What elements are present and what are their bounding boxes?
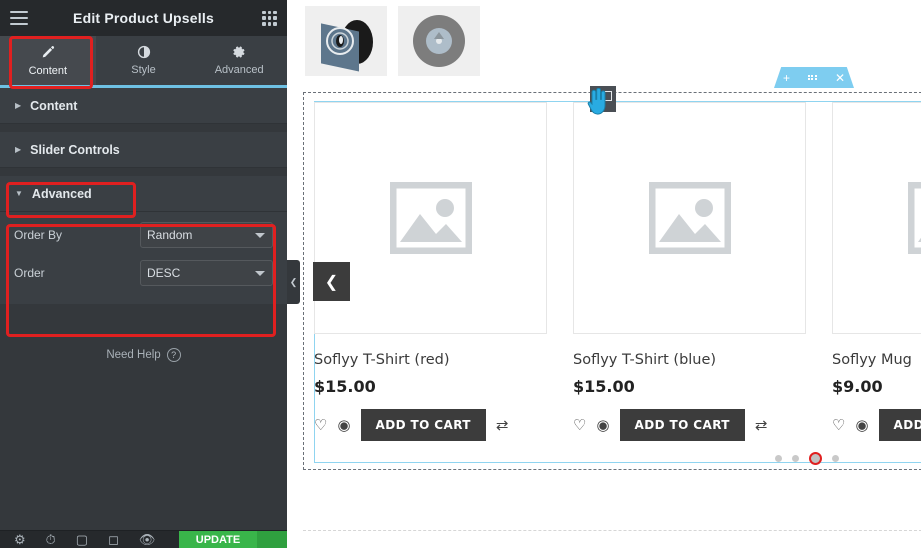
editor-sidebar-panel: Edit Product Upsells Content Style Advan… <box>0 0 287 548</box>
preview-icon[interactable]: ◻ <box>108 533 119 546</box>
product-actions: ♡ ◉ ADD TO CART ⇄ <box>573 409 806 441</box>
chevron-left-icon: ❮ <box>289 276 298 287</box>
panel-footer: ⚙ ⏱ ▢ ◻ 👁 UPDATE <box>0 530 287 548</box>
section-advanced-footer <box>0 304 287 326</box>
responsive-icon[interactable]: ▢ <box>76 533 88 546</box>
pencil-icon <box>40 45 55 60</box>
panel-collapse-handle[interactable]: ❮ <box>287 260 300 304</box>
product-title: Soflyy Mug <box>832 352 912 368</box>
section-advanced-label: Advanced <box>31 186 92 201</box>
tab-advanced[interactable]: Advanced <box>191 36 287 85</box>
section-divider <box>0 168 287 176</box>
eye-icon[interactable]: ◉ <box>855 418 868 433</box>
panel-header: Edit Product Upsells <box>0 0 287 36</box>
eye-icon[interactable]: ◉ <box>337 418 350 433</box>
pagination-dot[interactable] <box>792 455 799 462</box>
history-icon[interactable]: ⏱ <box>46 533 56 546</box>
gear-icon <box>232 45 246 59</box>
tab-style[interactable]: Style <box>96 36 192 85</box>
vinyl-record-album-thumbnail[interactable] <box>305 6 387 76</box>
chevron-down-icon <box>255 233 265 238</box>
tab-content[interactable]: Content <box>0 36 96 85</box>
order-select[interactable]: DESC <box>140 260 273 286</box>
add-to-cart-button[interactable]: ADD TO CART <box>619 409 745 441</box>
update-options-button[interactable] <box>257 531 287 548</box>
drag-square-icon <box>603 91 612 101</box>
product-title: Soflyy T-Shirt (blue) <box>573 352 717 368</box>
section-advanced[interactable]: ▼ Advanced <box>0 176 287 212</box>
grid-apps-icon[interactable] <box>262 10 277 26</box>
heart-icon[interactable]: ♡ <box>314 418 327 433</box>
panel-sections: ▶ Content ▶ Slider Controls ▼ Advanced O… <box>0 88 287 548</box>
pagination-dot[interactable] <box>775 455 782 462</box>
compare-arrows-icon[interactable]: ⇄ <box>496 418 509 433</box>
update-button[interactable]: UPDATE <box>179 531 257 548</box>
control-order-by: Order By Random <box>14 222 273 248</box>
contrast-half-circle-icon <box>137 45 151 59</box>
close-x-icon[interactable]: ✕ <box>835 72 845 84</box>
control-order-by-label: Order By <box>14 228 63 242</box>
element-toolbar[interactable]: + ✕ <box>774 67 854 88</box>
section-slider-controls[interactable]: ▶ Slider Controls <box>0 132 287 168</box>
section-content[interactable]: ▶ Content <box>0 88 287 124</box>
panel-tabs: Content Style Advanced <box>0 36 287 88</box>
widget-drag-handle[interactable] <box>590 86 616 112</box>
product-actions: ♡ ◉ ADD TO CART ⇄ <box>314 409 547 441</box>
product-price: $9.00 <box>832 377 883 396</box>
product-price: $15.00 <box>314 377 376 396</box>
chevron-left-icon: ❮ <box>324 273 339 291</box>
chevron-right-icon: ▶ <box>15 144 22 154</box>
product-image-placeholder <box>832 102 921 334</box>
drag-handle-icon[interactable] <box>807 74 817 81</box>
product-card[interactable]: Soflyy T-Shirt (blue) $15.00 ♡ ◉ ADD TO … <box>573 102 806 441</box>
thumbnail-strip <box>287 0 921 76</box>
vinyl-record-disc-thumbnail[interactable] <box>398 6 480 76</box>
product-title: Soflyy T-Shirt (red) <box>314 352 450 368</box>
eye-icon[interactable]: 👁 <box>139 533 156 546</box>
slider-prev-button[interactable]: ❮ <box>313 262 350 301</box>
product-slider: Soflyy T-Shirt (red) $15.00 ♡ ◉ ADD TO C… <box>314 102 921 441</box>
tab-style-label: Style <box>131 64 156 76</box>
product-actions: ♡ ◉ ADD TO CART ⇄ <box>832 409 921 441</box>
section-content-label: Content <box>30 98 78 113</box>
tab-content-label: Content <box>28 64 68 77</box>
add-to-cart-button[interactable]: ADD TO CART <box>360 409 486 441</box>
tab-advanced-label: Advanced <box>214 64 264 76</box>
section-divider <box>0 124 287 132</box>
section-advanced-body: Order By Random Order DESC <box>0 212 287 304</box>
eye-icon[interactable]: ◉ <box>596 418 609 433</box>
need-help-label: Need Help <box>106 349 161 361</box>
settings-icon[interactable]: ⚙ <box>14 533 26 546</box>
heart-icon[interactable]: ♡ <box>573 418 586 433</box>
editor-canvas: + ✕ Soflyy T-Shirt (red) $15.00 ♡ ◉ ADD … <box>287 0 921 548</box>
compare-arrows-icon[interactable]: ⇄ <box>755 418 768 433</box>
order-value: DESC <box>147 266 181 280</box>
plus-icon[interactable]: + <box>783 72 790 84</box>
footer-icon-group: ⚙ ⏱ ▢ ◻ 👁 <box>0 533 156 546</box>
order-by-value: Random <box>147 228 193 242</box>
hamburger-menu-icon[interactable] <box>10 11 28 25</box>
heart-icon[interactable]: ♡ <box>832 418 845 433</box>
add-to-cart-button[interactable]: ADD TO CART <box>878 409 921 441</box>
panel-title: Edit Product Upsells <box>73 10 214 26</box>
order-by-select[interactable]: Random <box>140 222 273 248</box>
slider-pagination <box>775 452 839 465</box>
need-help[interactable]: Need Help ? <box>0 348 287 362</box>
chevron-down-icon: ▼ <box>15 188 23 198</box>
question-mark-icon[interactable]: ? <box>166 348 181 362</box>
control-order: Order DESC <box>14 260 273 286</box>
product-card[interactable]: Soflyy Mug $9.00 ♡ ◉ ADD TO CART ⇄ <box>832 102 921 441</box>
editor-screen: Edit Product Upsells Content Style Advan… <box>0 0 921 548</box>
section-slider-controls-label: Slider Controls <box>30 142 120 157</box>
page-bottom-divider <box>303 530 921 531</box>
chevron-down-icon <box>255 271 265 276</box>
pagination-dot-active[interactable] <box>809 452 822 465</box>
chevron-right-icon: ▶ <box>15 100 22 110</box>
control-order-label: Order <box>14 266 45 280</box>
product-price: $15.00 <box>573 377 635 396</box>
product-image-placeholder <box>573 102 806 334</box>
pagination-dot[interactable] <box>832 455 839 462</box>
